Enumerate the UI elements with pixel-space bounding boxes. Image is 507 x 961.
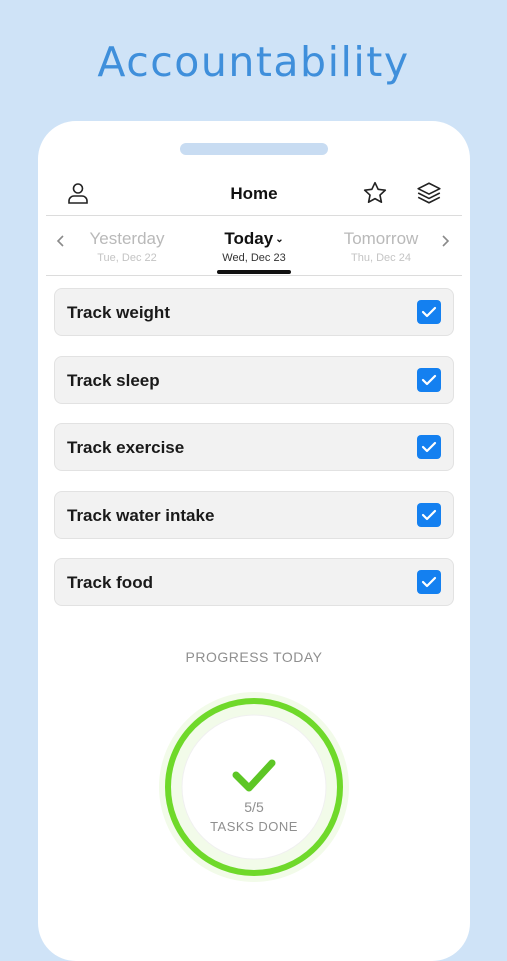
day-date: Tue, Dec 22: [97, 252, 157, 264]
progress-heading: PROGRESS TODAY: [185, 649, 323, 665]
selected-day-indicator: [217, 270, 291, 274]
checkmark-icon: [421, 306, 437, 318]
page-title: Home: [230, 184, 278, 203]
day-date: Thu, Dec 24: [351, 252, 411, 264]
task-item[interactable]: Track exercise: [54, 423, 454, 471]
top-bar: Home: [38, 173, 470, 215]
day-date: Wed, Dec 23: [222, 252, 286, 264]
task-checkbox[interactable]: [417, 300, 441, 324]
layers-icon[interactable]: [416, 180, 442, 206]
divider: [46, 275, 462, 276]
checkmark-icon: [421, 576, 437, 588]
task-label: Track weight: [67, 303, 170, 322]
task-label: Track exercise: [67, 438, 185, 457]
day-name: Today: [224, 229, 274, 248]
task-item[interactable]: Track water intake: [54, 491, 454, 539]
task-checkbox[interactable]: [417, 435, 441, 459]
day-yesterday[interactable]: Yesterday Tue, Dec 22: [62, 229, 192, 264]
star-icon[interactable]: [362, 180, 388, 206]
day-name: Tomorrow: [343, 229, 419, 248]
day-today[interactable]: Today ⌄ Wed, Dec 23: [189, 229, 319, 264]
task-checkbox[interactable]: [417, 368, 441, 392]
progress-caption: TASKS DONE: [210, 819, 298, 834]
task-checkbox[interactable]: [417, 570, 441, 594]
task-label: Track sleep: [67, 371, 160, 390]
day-tomorrow[interactable]: Tomorrow Thu, Dec 24: [316, 229, 446, 264]
day-name: Yesterday: [89, 229, 165, 248]
task-label: Track water intake: [67, 506, 215, 525]
progress-ring: [159, 692, 349, 882]
task-item[interactable]: Track weight: [54, 288, 454, 336]
task-item[interactable]: Track food: [54, 558, 454, 606]
chevron-down-icon: ⌄: [275, 234, 284, 245]
day-selector: Yesterday Tue, Dec 22 Today ⌄ Wed, Dec 23…: [38, 216, 470, 275]
task-checkbox[interactable]: [417, 503, 441, 527]
checkmark-icon: [421, 509, 437, 521]
phone-frame: Home Yesterday Tue, Dec 22 Today ⌄ Wed, D…: [38, 121, 470, 961]
checkmark-icon: [421, 374, 437, 386]
chevron-right-icon[interactable]: [436, 232, 454, 250]
task-label: Track food: [67, 573, 153, 592]
headline: Accountability: [97, 38, 410, 86]
task-item[interactable]: Track sleep: [54, 356, 454, 404]
checkmark-icon: [421, 441, 437, 453]
notch: [180, 143, 328, 155]
progress-count: 5/5: [244, 799, 264, 815]
